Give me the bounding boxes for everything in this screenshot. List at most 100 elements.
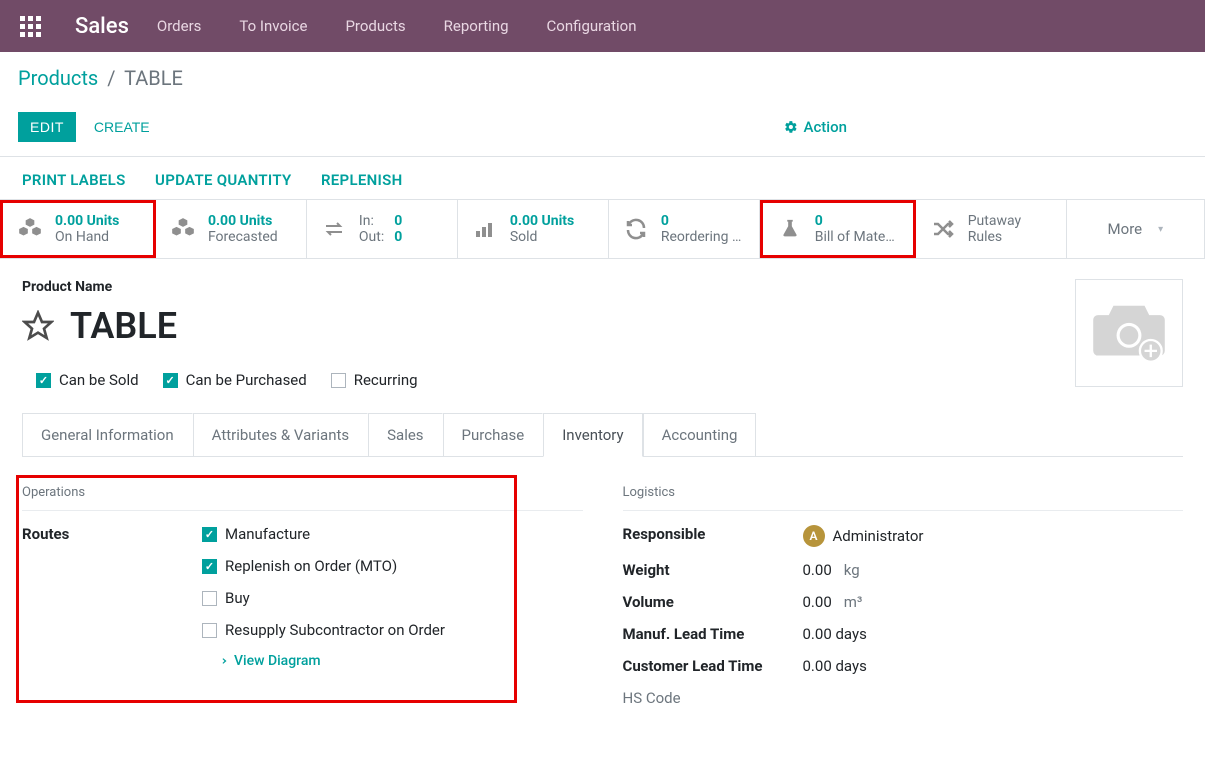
action-bar: PRINT LABELS UPDATE QUANTITY REPLENISH (0, 157, 1205, 200)
route-buy-checkbox[interactable]: Buy (202, 589, 445, 607)
edit-button[interactable]: EDIT (18, 112, 76, 142)
more-label: More (1108, 220, 1143, 238)
tab-sales[interactable]: Sales (368, 413, 442, 456)
update-quantity-button[interactable]: UPDATE QUANTITY (155, 171, 291, 189)
stat-putaway[interactable]: Putaway Rules (916, 200, 1067, 258)
camera-add-icon (1089, 298, 1169, 368)
stat-reordering[interactable]: 0 Reordering … (609, 200, 760, 258)
operations-title: Operations (22, 485, 583, 511)
boxes-icon (15, 214, 45, 244)
avatar: A (803, 525, 825, 547)
product-name-label: Product Name (22, 279, 1183, 295)
manuf-lead-time-label: Manuf. Lead Time (623, 625, 803, 643)
weight-value: 0.00 (803, 561, 832, 579)
responsible-label: Responsible (623, 525, 803, 547)
gear-icon (784, 120, 798, 134)
product-title: TABLE (70, 305, 177, 347)
route-manufacture-checkbox[interactable]: Manufacture (202, 525, 445, 543)
product-image-placeholder[interactable] (1075, 279, 1183, 387)
hs-code-label: HS Code (623, 689, 803, 707)
replenish-button[interactable]: REPLENISH (321, 171, 403, 189)
stat-bill-of-materials[interactable]: 0 Bill of Mate… (760, 200, 916, 258)
stat-value: Putaway (968, 213, 1021, 229)
stat-label: Reordering … (661, 229, 742, 245)
stat-label: Forecasted (208, 229, 278, 245)
stat-value: 0 (661, 213, 742, 229)
stat-forecasted[interactable]: 0.00 Units Forecasted (156, 200, 307, 258)
breadcrumb-current: TABLE (124, 66, 183, 90)
route-mto-checkbox[interactable]: Replenish on Order (MTO) (202, 557, 445, 575)
tab-general-information[interactable]: General Information (22, 413, 193, 456)
responsible-value[interactable]: Administrator (833, 527, 924, 545)
checkbox-icon (202, 527, 217, 542)
in-value: 0 (394, 213, 402, 229)
volume-value: 0.00 (803, 593, 832, 611)
nav-reporting[interactable]: Reporting (444, 17, 509, 35)
nav-products[interactable]: Products (345, 17, 405, 35)
breadcrumb: Products / TABLE (18, 66, 1187, 90)
random-icon (928, 214, 958, 244)
logistics-title: Logistics (623, 485, 1184, 511)
transfer-icon (319, 214, 349, 244)
view-diagram-label: View Diagram (234, 653, 321, 669)
form-tabs: General Information Attributes & Variant… (22, 413, 1183, 457)
stat-sold[interactable]: 0.00 Units Sold (458, 200, 609, 258)
logistics-section: Logistics Responsible A Administrator We… (623, 485, 1184, 721)
tab-inventory[interactable]: Inventory (543, 413, 642, 457)
routes-label: Routes (22, 525, 202, 669)
checkbox-icon (36, 373, 51, 388)
nav-menu: Orders To Invoice Products Reporting Con… (157, 17, 637, 35)
print-labels-button[interactable]: PRINT LABELS (22, 171, 126, 189)
form-sheet: Product Name TABLE Can be Sold Can be Pu… (0, 259, 1205, 761)
customer-lead-time-value: 0.00 days (803, 657, 867, 675)
create-button[interactable]: CREATE (82, 112, 162, 142)
tab-purchase[interactable]: Purchase (443, 413, 544, 456)
bar-chart-icon (470, 214, 500, 244)
breadcrumb-root[interactable]: Products (18, 66, 98, 90)
volume-label: Volume (623, 593, 803, 611)
checkbox-label: Manufacture (225, 525, 310, 543)
can-be-purchased-checkbox[interactable]: Can be Purchased (163, 371, 307, 389)
checkbox-label: Can be Sold (59, 371, 139, 389)
nav-to-invoice[interactable]: To Invoice (239, 17, 307, 35)
checkbox-icon (331, 373, 346, 388)
stat-value: 0.00 Units (208, 213, 278, 229)
checkbox-icon (202, 591, 217, 606)
breadcrumb-sep: / (107, 66, 115, 90)
can-be-sold-checkbox[interactable]: Can be Sold (36, 371, 139, 389)
manuf-lead-time-value: 0.00 days (803, 625, 867, 643)
checkbox-label: Buy (225, 589, 250, 607)
stat-on-hand[interactable]: 0.00 Units On Hand (0, 200, 156, 258)
product-flags: Can be Sold Can be Purchased Recurring (36, 371, 1183, 389)
stat-in-out[interactable]: In: 0 Out: 0 (307, 200, 458, 258)
stat-value: 0.00 Units (55, 213, 119, 229)
stat-label: Rules (968, 229, 1021, 245)
checkbox-label: Can be Purchased (186, 371, 307, 389)
stat-label: On Hand (55, 229, 119, 245)
app-title[interactable]: Sales (75, 14, 129, 39)
stat-value: 0 (815, 213, 895, 229)
in-label: In: (359, 213, 384, 229)
customer-lead-time-label: Customer Lead Time (623, 657, 803, 675)
nav-configuration[interactable]: Configuration (547, 17, 637, 35)
apps-icon[interactable] (20, 16, 41, 37)
action-dropdown[interactable]: Action (784, 118, 847, 136)
checkbox-label: Replenish on Order (MTO) (225, 557, 397, 575)
star-outline-icon[interactable] (22, 310, 54, 342)
checkbox-icon (163, 373, 178, 388)
view-diagram-link[interactable]: View Diagram (216, 653, 445, 669)
action-label: Action (804, 118, 847, 136)
arrow-right-icon (216, 655, 228, 667)
tab-attributes-variants[interactable]: Attributes & Variants (193, 413, 368, 456)
control-panel: Products / TABLE EDIT CREATE Action (0, 52, 1205, 157)
stat-buttons-row: 0.00 Units On Hand 0.00 Units Forecasted… (0, 200, 1205, 259)
stat-more[interactable]: More ▾ (1067, 200, 1205, 258)
recurring-checkbox[interactable]: Recurring (331, 371, 418, 389)
weight-unit: kg (844, 561, 860, 579)
stat-value: 0.00 Units (510, 213, 574, 229)
tab-accounting[interactable]: Accounting (643, 413, 757, 456)
route-resupply-checkbox[interactable]: Resupply Subcontractor on Order (202, 621, 445, 639)
checkbox-icon (202, 623, 217, 638)
nav-orders[interactable]: Orders (157, 17, 202, 35)
boxes-icon (168, 214, 198, 244)
